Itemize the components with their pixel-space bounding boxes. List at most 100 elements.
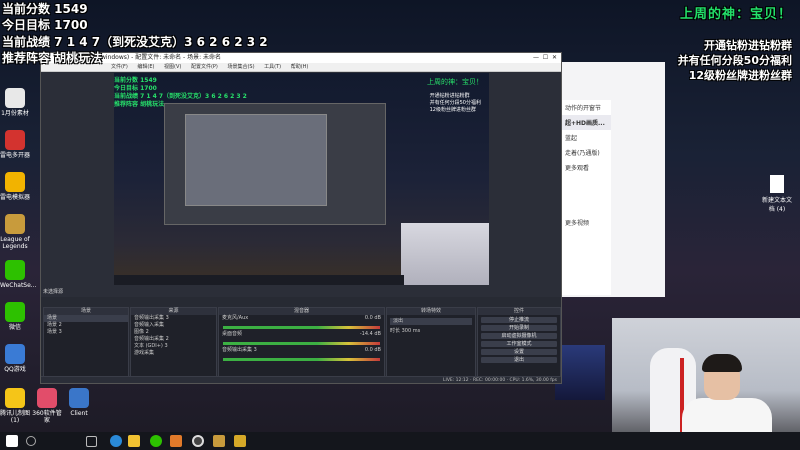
browser-item[interactable]: 走着(乃通版) <box>561 145 611 160</box>
desktop-icon[interactable]: 雷电多开器 <box>0 130 30 159</box>
desktop-icon[interactable]: 360软件管家 <box>32 388 62 424</box>
wechat-icon <box>5 302 25 322</box>
poster-image <box>555 345 605 400</box>
obs-window: windows) - 配置文件: 未命名 - 场景: 未命名 — ☐ ✕ 文件(… <box>40 52 562 384</box>
studio-mode-button[interactable]: 工作室模式 <box>481 341 557 347</box>
stop-streaming-button[interactable]: 停止推流 <box>481 317 557 323</box>
browser-sidebar: 动作的开窗节 超+HD画质... 蓝起 走着(乃通版) 更多观看 更多视频 <box>560 100 611 295</box>
mixer-channel-name: 音频输出采集 3 0.0 dB <box>222 347 381 353</box>
app-icon <box>5 172 25 192</box>
menu-bar: 文件(F) 编辑(E) 视图(V) 配置文件(P) 场景集合(S) 工具(T) … <box>41 63 561 72</box>
browser-item[interactable]: 超+HD画质... <box>561 115 611 130</box>
app-icon <box>5 388 25 408</box>
fan-perk: 12级粉丝牌进粉丝群 <box>688 69 792 82</box>
source-item[interactable]: 游戏采集 <box>131 350 216 357</box>
game-icon[interactable] <box>234 435 246 447</box>
source-item[interactable]: 音频输出采集 2 <box>131 336 216 343</box>
duration-field[interactable]: 时长 300 ms <box>387 328 475 335</box>
current-score: 当前分数 1549 <box>2 2 88 16</box>
window-title-bar: windows) - 配置文件: 未命名 - 场景: 未命名 — ☐ ✕ <box>41 53 561 63</box>
window-title: windows) - 配置文件: 未命名 - 场景: 未命名 <box>101 54 222 61</box>
mixer-channel-name: 麦克风/Aux 0.0 dB <box>222 315 381 321</box>
browser-item[interactable]: 更多观看 <box>561 160 611 175</box>
browser-item[interactable]: 蓝起 <box>561 130 611 145</box>
desktop-icon[interactable]: Client <box>64 388 94 417</box>
fan-perk: 并有任何分段50分福利 <box>677 54 792 67</box>
app-icon <box>37 388 57 408</box>
scene-item[interactable]: 场景 2 <box>44 322 128 329</box>
volume-meter[interactable] <box>223 326 380 329</box>
exit-button[interactable]: 退出 <box>481 357 557 363</box>
volume-meter[interactable] <box>223 342 380 345</box>
mixer-dock: 混音器 麦克风/Aux 0.0 dB 桌面音频 -14.4 dB 音频输出采集 … <box>218 307 385 381</box>
scene-item[interactable]: 场景 3 <box>44 329 128 336</box>
folder-icon <box>5 88 25 108</box>
streamer-hair <box>702 354 742 372</box>
menu-tools[interactable]: 工具(T) <box>264 64 281 70</box>
league-icon <box>5 214 25 234</box>
source-item[interactable]: 音频输出采集 3 <box>131 315 216 322</box>
scene-item[interactable]: 场景 <box>44 315 128 322</box>
wechat-icon <box>5 260 25 280</box>
search-icon[interactable] <box>26 436 36 446</box>
menu-scene-collection[interactable]: 场景集合(S) <box>227 64 254 70</box>
source-item[interactable]: 图像 2 <box>131 329 216 336</box>
status-bar: LIVE: 12:12 · REC: 00:00:00 · CPU: 1.6%,… <box>41 376 561 383</box>
lol-icon[interactable] <box>213 435 225 447</box>
desktop-icon[interactable]: League of Legends <box>0 214 30 250</box>
stream-preview[interactable]: 当前分数 1549 今日目标 1700 当前战绩 7 1 4 7（到死没艾克）3… <box>114 73 489 285</box>
qq-game-icon <box>5 344 25 364</box>
preview-overlay-text: 当前分数 1549 今日目标 1700 当前战绩 7 1 4 7（到死没艾克）3… <box>114 77 247 108</box>
mixer-channel-name: 桌面音频 -14.4 dB <box>222 331 381 337</box>
desktop-icon[interactable]: 新建文本文档 (4) <box>760 175 794 213</box>
menu-profile[interactable]: 配置文件(P) <box>191 64 218 70</box>
menu-help[interactable]: 帮助(H) <box>291 64 309 70</box>
source-item[interactable]: 音频输入采集 <box>131 322 216 329</box>
obs-icon[interactable] <box>170 435 182 447</box>
app-icon <box>5 130 25 150</box>
volume-meter[interactable] <box>223 358 380 361</box>
desktop-icon[interactable]: 腾讯儿制图 (1) <box>0 388 30 424</box>
start-recording-button[interactable]: 开始录制 <box>481 325 557 331</box>
windows-start-icon[interactable] <box>6 435 18 447</box>
desktop-icon[interactable]: 1月份素材 <box>0 88 30 117</box>
desktop-icon[interactable]: WeChatSe... <box>0 260 37 289</box>
fan-perk: 开通钻粉进钻粉群 <box>704 39 792 52</box>
menu-file[interactable]: 文件(F) <box>111 64 128 70</box>
browser-item[interactable]: 动作的开窗节 <box>561 100 611 115</box>
window-controls[interactable]: — ☐ ✕ <box>533 53 557 63</box>
preview-perks: 开通钻粉进钻粉群 并有任何分段50分福利 12级粉丝牌进粉丝群 <box>429 93 481 113</box>
desktop-icon[interactable]: QQ游戏 <box>0 344 30 373</box>
controls-dock: 控件 停止推流 开始录制 启动虚拟摄像机 工作室模式 设置 退出 <box>477 307 561 381</box>
transition-select[interactable]: 淡出 <box>390 318 472 325</box>
task-view-icon[interactable] <box>86 436 97 447</box>
chrome-icon[interactable] <box>192 435 204 447</box>
virtual-camera-button[interactable]: 启动虚拟摄像机 <box>481 333 557 339</box>
menu-edit[interactable]: 编辑(E) <box>137 64 154 70</box>
app-icon <box>69 388 89 408</box>
webcam-feed <box>612 318 800 450</box>
current-record: 当前战绩 7 1 4 7（到死没艾克）3 6 2 6 2 3 2 <box>2 35 268 49</box>
nested-preview-inner <box>185 114 327 206</box>
scenes-dock: 场景 场景 场景 2 场景 3 <box>43 307 129 381</box>
preview-webcam <box>401 223 489 285</box>
source-item[interactable]: 文本 (GDI+) 3 <box>131 343 216 350</box>
daily-goal: 今日目标 1700 <box>2 18 88 32</box>
recommended-lineup: 推荐阵容 胡桃玩法 <box>2 51 103 65</box>
wechat-icon[interactable] <box>150 435 162 447</box>
preview-taskbar <box>114 275 404 285</box>
text-file-icon <box>770 175 784 193</box>
preview-title-text: 上周的神：宝贝！ <box>427 78 483 86</box>
taskbar <box>0 432 800 450</box>
edge-icon[interactable] <box>110 435 122 447</box>
nested-preview <box>164 103 386 225</box>
settings-button[interactable]: 设置 <box>481 349 557 355</box>
explorer-icon[interactable] <box>128 435 140 447</box>
browser-more[interactable]: 更多视频 <box>561 215 611 230</box>
menu-view[interactable]: 视图(V) <box>164 64 181 70</box>
obs-docks: 场景 场景 场景 2 场景 3 来源 音频输出采集 3 音频输入采集 图像 2 … <box>41 297 561 383</box>
sources-dock: 来源 音频输出采集 3 音频输入采集 图像 2 音频输出采集 2 文本 (GDI… <box>130 307 217 381</box>
desktop-icon[interactable]: 雷电模拟器 <box>0 172 30 201</box>
desktop-icon[interactable]: 微信 <box>0 302 30 331</box>
transitions-dock: 转场特效 淡出 时长 300 ms <box>386 307 476 381</box>
